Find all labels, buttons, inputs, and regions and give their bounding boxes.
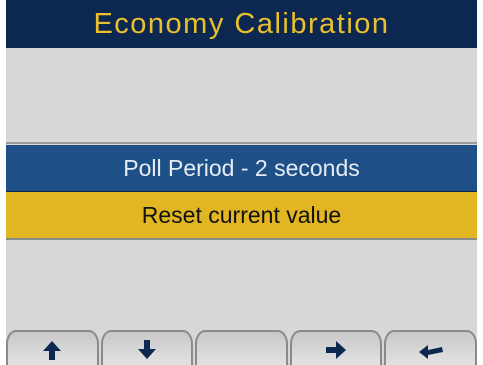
return-arrow-icon	[418, 345, 443, 359]
softkey-enter-button[interactable]	[384, 330, 477, 365]
menu-item-reset-current-value[interactable]: Reset current value	[6, 192, 477, 240]
arrow-up-icon	[43, 341, 62, 360]
menu-row-empty-bottom	[6, 240, 477, 330]
softkey-up-button[interactable]	[6, 330, 99, 365]
softkey-bar	[6, 330, 477, 365]
screen-title: Economy Calibration	[6, 0, 477, 48]
display-screen: Economy Calibration Poll Period - 2 seco…	[6, 0, 477, 365]
arrow-right-icon	[326, 341, 347, 359]
softkey-down-button[interactable]	[100, 330, 194, 365]
arrow-down-icon	[137, 340, 156, 359]
softkey-right-button[interactable]	[289, 330, 383, 365]
menu-row-empty-top	[6, 48, 477, 144]
softkey-blank-button[interactable]	[195, 330, 288, 365]
menu-item-poll-period[interactable]: Poll Period - 2 seconds	[6, 145, 477, 192]
